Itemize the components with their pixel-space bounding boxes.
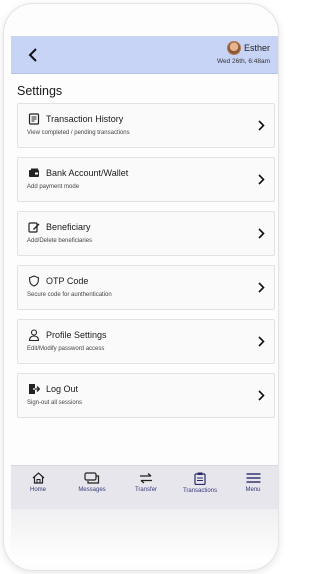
nav-item-transfer[interactable]: Transfer: [121, 472, 171, 493]
settings-item-log-out[interactable]: Log Out Sign-out all sessions: [17, 373, 275, 418]
wallet-icon: [29, 168, 39, 177]
person-icon: [28, 329, 40, 341]
settings-item-subtitle: View completed / pending transactions: [27, 130, 130, 136]
settings-item-subtitle: Add payment mode: [27, 184, 80, 190]
date-time: Wed 26th, 6:48am: [217, 58, 270, 65]
chevron-right-icon: [258, 228, 265, 239]
chevron-right-icon: [258, 336, 265, 347]
clipboard-icon: [194, 472, 206, 485]
settings-item-label: Log Out: [46, 384, 79, 394]
nav-item-messages[interactable]: Messages: [67, 472, 117, 493]
nav-item-transactions[interactable]: Transactions: [175, 472, 225, 494]
settings-item-label: Profile Settings: [46, 330, 107, 340]
bottom-area: [11, 509, 278, 564]
messages-icon: [84, 472, 100, 484]
settings-item-label: Transaction History: [46, 114, 124, 124]
settings-item-subtitle: Add/Delete beneficiaries: [27, 238, 93, 244]
menu-icon: [246, 473, 260, 483]
logout-icon: [29, 384, 40, 394]
app-header: Esther Wed 26th, 6:48am: [11, 36, 278, 74]
settings-item-profile-settings[interactable]: Profile Settings Edit/Modify password ac…: [17, 319, 275, 364]
nav-label: Menu: [245, 487, 261, 493]
user-info[interactable]: Esther Wed 26th, 6:48am: [217, 41, 270, 65]
back-arrow-icon[interactable]: [26, 47, 40, 63]
settings-item-subtitle: Secure code for aunthentication: [27, 292, 112, 298]
settings-item-subtitle: Edit/Modify password access: [27, 346, 105, 352]
chevron-right-icon: [258, 120, 265, 131]
phone-frame: Esther Wed 26th, 6:48am Settings Transac…: [3, 3, 279, 571]
page-title: Settings: [17, 84, 63, 98]
settings-item-label: Bank Account/Wallet: [46, 168, 129, 178]
settings-item-beneficiary[interactable]: Beneficiary Add/Delete beneficiaries: [17, 211, 275, 256]
settings-item-bank-account[interactable]: Bank Account/Wallet Add payment mode: [17, 157, 275, 202]
edit-icon: [28, 222, 40, 233]
transfer-icon: [140, 473, 152, 484]
receipt-icon: [28, 113, 40, 125]
chevron-right-icon: [258, 174, 265, 185]
settings-item-otp-code[interactable]: OTP Code Secure code for aunthentication: [17, 265, 275, 310]
nav-label: Home: [29, 487, 46, 493]
settings-item-subtitle: Sign-out all sessions: [27, 400, 83, 406]
chevron-right-icon: [258, 282, 265, 293]
user-name: Esther: [243, 43, 270, 53]
chevron-right-icon: [258, 390, 265, 401]
nav-item-home[interactable]: Home: [13, 472, 63, 493]
avatar[interactable]: [226, 41, 241, 55]
settings-item-transaction-history[interactable]: Transaction History View completed / pen…: [17, 103, 275, 148]
settings-item-label: OTP Code: [46, 276, 89, 286]
shield-icon: [28, 275, 40, 287]
nav-item-menu[interactable]: Menu: [228, 472, 278, 493]
nav-label: Transactions: [182, 488, 218, 494]
nav-label: Transfer: [134, 487, 158, 493]
settings-item-label: Beneficiary: [46, 222, 91, 232]
bottom-nav: Home Messages Transfer Transactions Menu: [11, 465, 278, 509]
nav-label: Messages: [78, 487, 106, 493]
home-icon: [32, 472, 44, 484]
